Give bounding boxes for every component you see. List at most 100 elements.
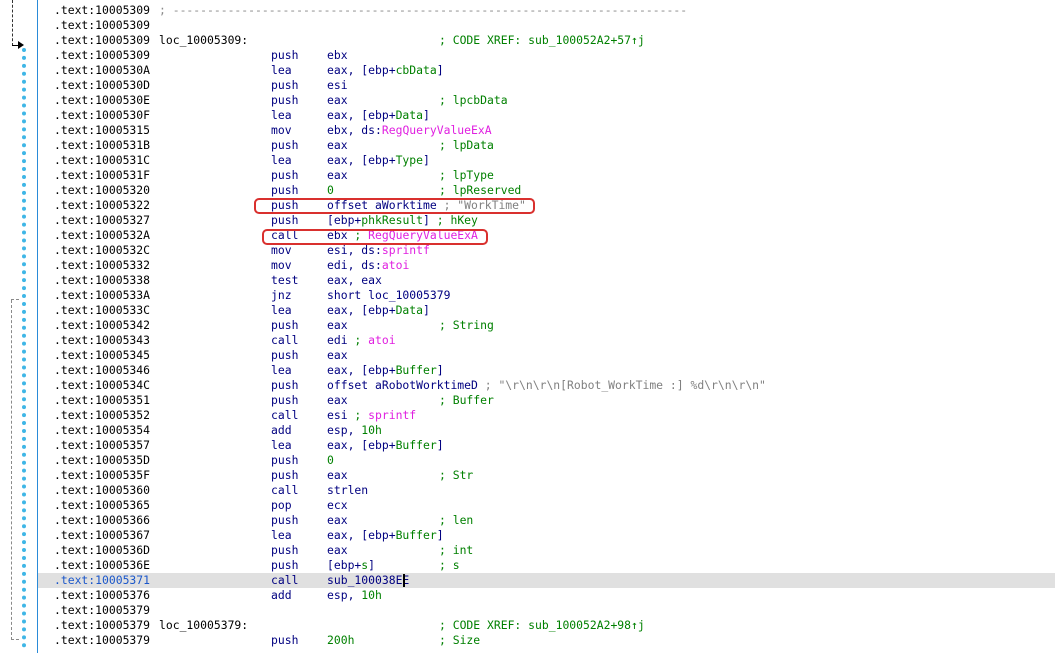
code-line[interactable]: .text:10005352 call esi ; sprintf — [38, 408, 1055, 423]
operand-token: ] — [423, 303, 430, 317]
code-line[interactable]: .text:1000531F push eax ; lpType — [38, 168, 1055, 183]
code-line[interactable]: .text:1000534C push offset aRobotWorktimeD… — [38, 378, 1055, 393]
instruction-operands[interactable]: short loc_10005379 — [327, 288, 450, 303]
code-line[interactable]: .text:10005332 mov edi, ds:atoi — [38, 258, 1055, 273]
disassembly-listing[interactable]: .text:10005309 ; ------------------------… — [38, 3, 1055, 648]
instruction-operands[interactable]: eax — [327, 543, 348, 558]
instruction-operands[interactable]: 0 — [327, 453, 334, 468]
operand-token: Data — [395, 303, 424, 317]
code-line[interactable]: .text:10005360 call strlen — [38, 483, 1055, 498]
code-line[interactable]: .text:1000530D push esi — [38, 78, 1055, 93]
code-line[interactable]: .text:1000530A lea eax, [ebp+cbData] — [38, 63, 1055, 78]
instruction-operands[interactable]: esi ; sprintf — [327, 408, 416, 423]
code-line[interactable]: .text:10005342 push eax ; String — [38, 318, 1055, 333]
instruction-operands[interactable]: sub_100038EE — [327, 573, 409, 588]
code-line[interactable]: .text:10005309 ; ------------------------… — [38, 3, 1055, 18]
code-line[interactable]: .text:10005357 lea eax, [ebp+Buffer] — [38, 438, 1055, 453]
instruction-operands[interactable]: esp, 10h — [327, 588, 382, 603]
instruction-operands[interactable]: eax — [327, 468, 348, 483]
code-line[interactable]: .text:10005366 push eax ; len — [38, 513, 1055, 528]
instruction-operands[interactable]: eax — [327, 93, 348, 108]
instruction-operands[interactable]: 0 — [327, 183, 334, 198]
instruction-operands[interactable]: esp, 10h — [327, 423, 382, 438]
code-line[interactable]: .text:10005379 push 200h ; Size — [38, 633, 1055, 648]
code-line[interactable]: .text:1000536D push eax ; int — [38, 543, 1055, 558]
instruction-comment: ; s — [439, 558, 460, 572]
code-line[interactable]: .text:10005376 add esp, 10h — [38, 588, 1055, 603]
code-line[interactable]: .text:10005343 call edi ; atoi — [38, 333, 1055, 348]
instruction-operands[interactable]: ebx, ds:RegQueryValueExA — [327, 123, 492, 138]
code-line[interactable]: .text:10005315 mov ebx, ds:RegQueryValueEx… — [38, 123, 1055, 138]
text-cursor — [403, 574, 405, 587]
code-line[interactable]: .text:1000530E push eax ; lpcbData — [38, 93, 1055, 108]
code-line[interactable]: .text:1000536E push [ebp+s] ; s — [38, 558, 1055, 573]
code-line[interactable]: .text:1000535F push eax ; Str — [38, 468, 1055, 483]
code-line[interactable]: .text:10005345 push eax — [38, 348, 1055, 363]
code-line[interactable]: .text:10005327 push [ebp+phkResult] ; hKey — [38, 213, 1055, 228]
operand-token: eax, [ebp+ — [327, 363, 396, 377]
code-line[interactable]: .text:1000532A call ebx ; RegQueryValueExA — [38, 228, 1055, 243]
code-line[interactable]: .text:1000531B push eax ; lpData — [38, 138, 1055, 153]
code-line[interactable]: .text:10005371 call sub_100038EE — [38, 573, 1055, 588]
code-line[interactable]: .text:10005320 push 0 ; lpReserved — [38, 183, 1055, 198]
code-line[interactable]: .text:10005379 — [38, 603, 1055, 618]
code-line[interactable]: .text:1000530F lea eax, [ebp+Data] — [38, 108, 1055, 123]
instruction-operands[interactable]: edi, ds:atoi — [327, 258, 409, 273]
line-address: .text:10005327 — [54, 213, 151, 227]
instruction-operands[interactable]: eax — [327, 393, 348, 408]
code-line[interactable]: .text:10005367 lea eax, [ebp+Buffer] — [38, 528, 1055, 543]
code-line[interactable]: .text:10005351 push eax ; Buffer — [38, 393, 1055, 408]
code-label[interactable]: loc_10005379: — [159, 618, 248, 633]
instruction-operands[interactable]: eax, [ebp+Type] — [327, 153, 430, 168]
line-address: .text:1000533A — [54, 288, 151, 302]
code-line[interactable]: .text:1000531C lea eax, [ebp+Type] — [38, 153, 1055, 168]
instruction-operands[interactable]: esi — [327, 78, 348, 93]
code-label[interactable]: loc_10005309: — [159, 33, 248, 48]
instruction-operands[interactable]: strlen — [327, 483, 368, 498]
line-address: .text:10005309 — [54, 48, 151, 62]
code-line[interactable]: .text:10005346 lea eax, [ebp+Buffer] — [38, 363, 1055, 378]
code-line[interactable]: .text:1000535D push 0 — [38, 453, 1055, 468]
instruction-operands[interactable]: eax — [327, 513, 348, 528]
instruction-mnemonic: push — [271, 93, 299, 107]
instruction-operands[interactable]: eax, eax — [327, 273, 382, 288]
code-line[interactable]: .text:10005354 add esp, 10h — [38, 423, 1055, 438]
code-line[interactable]: .text:1000533C lea eax, [ebp+Data] — [38, 303, 1055, 318]
xref-comment[interactable]: ; CODE XREF: sub_100052A2+98↑j — [439, 618, 645, 633]
instruction-operands[interactable]: eax — [327, 348, 348, 363]
instruction-operands[interactable]: eax, [ebp+Data] — [327, 108, 430, 123]
code-line[interactable]: .text:10005365 pop ecx — [38, 498, 1055, 513]
instruction-operands[interactable]: eax, [ebp+Buffer] — [327, 363, 444, 378]
instruction-operands[interactable]: ecx — [327, 498, 348, 513]
instruction-operands[interactable]: eax — [327, 138, 348, 153]
instruction-operands[interactable]: 200h — [327, 633, 354, 648]
instruction-operands[interactable]: [ebp+s] — [327, 558, 375, 573]
code-line[interactable]: .text:10005309 push ebx — [38, 48, 1055, 63]
instruction-operands[interactable]: eax, [ebp+Data] — [327, 303, 430, 318]
code-line[interactable]: .text:10005309 loc_10005309: ; CODE XREF: … — [38, 33, 1055, 48]
code-line[interactable]: .text:1000533A jnz short loc_10005379 — [38, 288, 1055, 303]
instruction-operands[interactable]: eax, [ebp+Buffer] — [327, 438, 444, 453]
instruction-operands[interactable]: eax — [327, 168, 348, 183]
operand-token: esp, — [327, 423, 362, 437]
operand-token: eax — [327, 468, 348, 482]
instruction-operands[interactable]: eax — [327, 318, 348, 333]
operand-token: eax, [ebp+ — [327, 153, 396, 167]
instruction-operands[interactable]: eax, [ebp+Buffer] — [327, 528, 444, 543]
instruction-operands[interactable]: eax, [ebp+cbData] — [327, 63, 444, 78]
operand-token: eax, [ebp+ — [327, 63, 396, 77]
line-address: .text:1000530D — [54, 78, 151, 92]
operand-token: ] — [436, 363, 444, 377]
instruction-mnemonic: push — [271, 318, 299, 332]
xref-comment[interactable]: ; CODE XREF: sub_100052A2+57↑j — [439, 33, 645, 48]
instruction-operands[interactable]: esi, ds:sprintf — [327, 243, 430, 258]
code-line[interactable]: .text:10005379 loc_10005379: ; CODE XREF: … — [38, 618, 1055, 633]
instruction-operands[interactable]: [ebp+phkResult] ; hKey — [327, 213, 478, 228]
code-line[interactable]: .text:1000532C mov esi, ds:sprintf — [38, 243, 1055, 258]
instruction-operands[interactable]: ebx — [327, 48, 348, 63]
code-line[interactable]: .text:10005309 — [38, 18, 1055, 33]
instruction-operands[interactable]: edi ; atoi — [327, 333, 396, 348]
code-line[interactable]: .text:10005338 test eax, eax — [38, 273, 1055, 288]
instruction-operands[interactable]: offset aRobotWorktimeD ; "\r\n\r\n[Robot… — [327, 378, 766, 393]
code-line[interactable]: .text:10005322 push offset aWorktime ; "Wo… — [38, 198, 1055, 213]
